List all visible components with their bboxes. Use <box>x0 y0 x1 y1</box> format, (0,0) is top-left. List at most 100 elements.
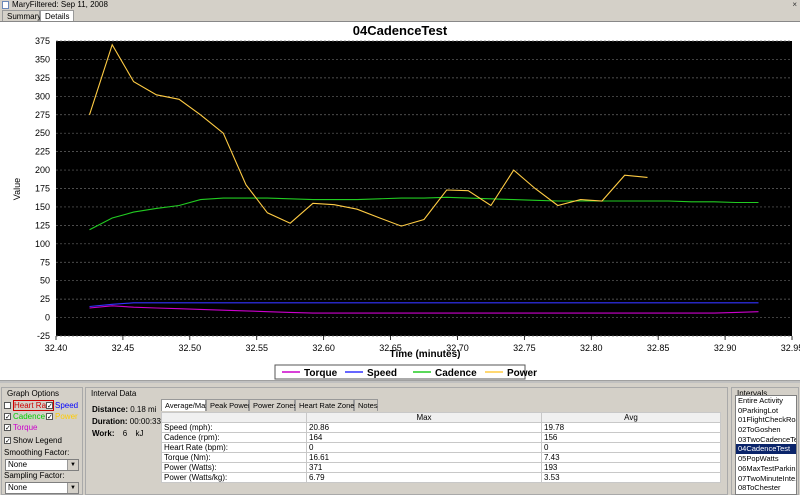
interval-item[interactable]: 0ParkingLot <box>736 406 796 416</box>
table-row: Speed (mph): 20.86 19.78 <box>161 422 721 433</box>
interval-item[interactable]: 05PopWatts <box>736 454 796 464</box>
sampling-label: Sampling Factor: <box>4 470 64 481</box>
y-tick-label: 75 <box>40 257 50 267</box>
distance-row: Distance: 0.18 mi <box>92 405 156 414</box>
chart-title: 04CadenceTest <box>353 23 448 38</box>
table-row: Power (Watts/kg): 6.79 3.53 <box>161 472 721 483</box>
torque-label: Torque <box>13 423 38 432</box>
y-tick-label: 25 <box>40 294 50 304</box>
tab-power-zones[interactable]: Power Zones <box>249 399 297 411</box>
y-tick-label: 250 <box>35 128 50 138</box>
graph-options-title: Graph Options <box>6 389 61 398</box>
work-label: Work: <box>92 429 115 438</box>
chevron-down-icon[interactable]: ▼ <box>67 483 78 493</box>
table-header-max: Max <box>306 412 542 423</box>
cadence-checkbox[interactable]: ✓ <box>4 413 11 421</box>
row-avg: 0 <box>541 442 721 453</box>
tab-peak-power[interactable]: Peak Power <box>206 399 250 411</box>
power-checkbox[interactable]: ✓ <box>46 413 53 421</box>
smoothing-value: None <box>8 460 28 469</box>
show-legend-option[interactable]: ✓ Show Legend <box>4 435 62 446</box>
work-value: 6 <box>122 429 128 438</box>
legend-label-torque: Torque <box>304 368 338 379</box>
tab-summary[interactable]: Summary <box>2 10 41 21</box>
close-icon[interactable]: × <box>792 0 797 10</box>
legend: Torque Speed Cadence Power <box>274 364 537 380</box>
tab-average-max[interactable]: Average/Max <box>161 399 209 411</box>
sampling-label-text: Sampling Factor: <box>4 471 65 480</box>
distance-value: 0.18 mi <box>130 405 157 414</box>
x-tick-label: 32.40 <box>45 343 68 353</box>
interval-item-selected[interactable]: 04CadenceTest <box>736 444 796 455</box>
row-avg: 7.43 <box>541 452 721 463</box>
work-row: Work: 6 kJ <box>92 429 143 438</box>
speed-option[interactable]: ✓ Speed <box>46 400 78 411</box>
y-tick-label: 200 <box>35 165 50 175</box>
window-title: MaryFiltered: Sep 11, 2008 <box>12 0 108 9</box>
interval-item[interactable]: 03TwoCadenceTest <box>736 435 796 445</box>
table-header-row: Max Avg <box>161 412 721 423</box>
x-tick-label: 32.55 <box>245 343 268 353</box>
interval-item[interactable]: 02ToGoshen <box>736 425 796 435</box>
smoothing-label-text: Smoothing Factor: <box>4 448 70 457</box>
row-max: 20.86 <box>306 422 542 433</box>
duration-row: Duration: 00:00:33 <box>92 417 161 426</box>
interval-item[interactable]: Entire Activity <box>736 396 796 406</box>
heart-rate-checkbox[interactable] <box>4 402 11 409</box>
y-tick-label: 50 <box>40 276 50 286</box>
table-row: Torque (Nm): 16.61 7.43 <box>161 452 721 463</box>
tab-notes[interactable]: Notes <box>354 399 378 411</box>
torque-option[interactable]: ✓ Torque <box>4 422 37 433</box>
row-metric: Power (Watts): <box>161 462 307 473</box>
y-tick-label: -25 <box>37 331 50 341</box>
show-legend-checkbox[interactable]: ✓ <box>4 437 11 445</box>
line-chart: 04CadenceTest 37535032530027525022520017… <box>12 23 800 380</box>
graph-options-group: Graph Options Heart Rate ✓ Speed ✓ Caden… <box>1 387 83 495</box>
distance-label: Distance: <box>92 405 129 414</box>
interval-item[interactable]: 07TwoMinuteInte... <box>736 474 796 484</box>
row-avg: 19.78 <box>541 422 721 433</box>
interval-item[interactable]: 08ToChester <box>736 483 796 493</box>
document-icon <box>2 1 9 9</box>
intervals-list[interactable]: Entire Activity 0ParkingLot 01FlightChec… <box>735 395 797 495</box>
table-row: Heart Rate (bpm): 0 0 <box>161 442 721 453</box>
x-tick-label: 32.90 <box>714 343 737 353</box>
table-row: Power (Watts): 371 193 <box>161 462 721 473</box>
tab-heart-rate-zones[interactable]: Heart Rate Zones <box>295 399 358 411</box>
sampling-select[interactable]: None ▼ <box>5 482 79 494</box>
y-tick-label: 0 <box>45 313 50 323</box>
duration-label: Duration: <box>92 417 128 426</box>
row-avg: 156 <box>541 432 721 443</box>
x-tick-label: 32.50 <box>179 343 202 353</box>
torque-checkbox[interactable]: ✓ <box>4 424 11 432</box>
view-tabs: Summary Details <box>0 10 800 22</box>
x-axis-label: Time (minutes) <box>390 349 461 360</box>
row-metric: Power (Watts/kg): <box>161 472 307 483</box>
x-tick-label: 32.60 <box>312 343 335 353</box>
y-tick-label: 350 <box>35 54 50 64</box>
tab-details[interactable]: Details <box>40 10 74 21</box>
x-tick-label: 32.75 <box>513 343 536 353</box>
y-tick-label: 125 <box>35 220 50 230</box>
interval-item[interactable]: 06MaxTestParkin... <box>736 464 796 474</box>
x-tick-label: 32.85 <box>647 343 670 353</box>
work-unit: kJ <box>135 429 144 438</box>
table-header-metric <box>161 412 307 423</box>
row-metric: Speed (mph): <box>161 422 307 433</box>
cadence-option[interactable]: ✓ Cadence <box>4 411 45 422</box>
smoothing-label: Smoothing Factor: <box>4 447 69 458</box>
x-tick-label: 32.95 <box>781 343 800 353</box>
row-max: 164 <box>306 432 542 443</box>
duration-value: 00:00:33 <box>129 417 161 426</box>
speed-label: Speed <box>55 401 79 410</box>
speed-checkbox[interactable]: ✓ <box>46 402 53 410</box>
chevron-down-icon[interactable]: ▼ <box>67 460 78 470</box>
interval-item[interactable]: 01FlightCheckRoad <box>736 415 796 425</box>
y-tick-label: 175 <box>35 184 50 194</box>
legend-label-power: Power <box>507 368 537 379</box>
y-axis: 3753503253002752502252001751501251007550… <box>35 36 50 341</box>
row-max: 6.79 <box>306 472 542 483</box>
row-max: 16.61 <box>306 452 542 463</box>
power-option[interactable]: ✓ Power <box>46 411 78 422</box>
interval-table: Max Avg Speed (mph): 20.86 19.78 Cadence… <box>161 412 721 483</box>
